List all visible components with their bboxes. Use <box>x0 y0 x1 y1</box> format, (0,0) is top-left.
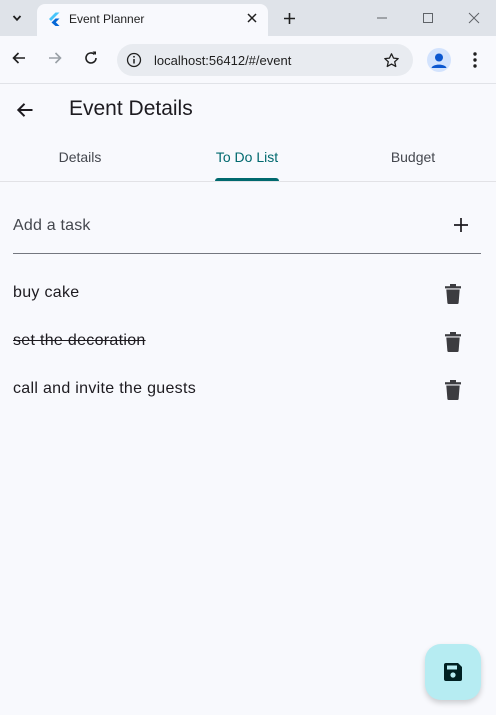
reload-icon <box>85 51 97 64</box>
page-title: Event Details <box>69 97 193 120</box>
tab-bar: Details To Do List Budget <box>0 133 496 182</box>
tab-details[interactable]: Details <box>0 133 160 181</box>
maximize-icon <box>423 13 433 23</box>
delete-task-button[interactable] <box>442 330 464 354</box>
tab-indicator <box>215 178 279 181</box>
new-tab-button[interactable] <box>279 6 299 30</box>
save-icon <box>444 663 462 681</box>
address-bar[interactable]: localhost:56412/#/event <box>117 44 413 76</box>
reload-button[interactable] <box>79 46 103 70</box>
site-info-icon[interactable] <box>125 51 143 69</box>
minimize-icon <box>377 17 387 19</box>
tab-budget[interactable]: Budget <box>333 133 493 181</box>
maximize-button[interactable] <box>414 4 442 32</box>
trash-icon <box>445 380 461 400</box>
task-text: set the decoration <box>13 332 146 349</box>
add-task-input[interactable] <box>13 212 433 240</box>
back-icon <box>12 52 25 64</box>
task-text: buy cake <box>13 284 80 301</box>
task-item[interactable]: call and invite the guests <box>0 366 496 414</box>
minimize-button[interactable] <box>368 4 396 32</box>
profile-icon[interactable] <box>427 48 451 72</box>
browser-tab[interactable]: Event Planner <box>37 4 268 36</box>
app-bar: Event Details <box>0 85 496 133</box>
tab-to-do-list[interactable]: To Do List <box>167 133 327 181</box>
trash-icon <box>445 332 461 352</box>
back-button[interactable] <box>7 46 31 70</box>
menu-icon[interactable] <box>466 48 484 72</box>
plus-icon <box>454 218 468 232</box>
add-task-button[interactable] <box>450 214 472 236</box>
delete-task-button[interactable] <box>442 282 464 306</box>
task-text: call and invite the guests <box>13 380 197 397</box>
save-button[interactable] <box>425 644 481 700</box>
browser-toolbar: localhost:56412/#/event <box>0 36 496 84</box>
forward-icon <box>49 52 62 64</box>
star-icon[interactable] <box>381 50 401 70</box>
task-item[interactable]: set the decoration <box>0 318 496 366</box>
browser-tab-bar: Event Planner <box>0 0 496 36</box>
delete-task-button[interactable] <box>442 378 464 402</box>
tab-title: Event Planner <box>69 12 145 26</box>
close-icon[interactable] <box>244 10 260 26</box>
flutter-icon <box>49 12 60 26</box>
trash-icon <box>445 284 461 304</box>
window-close-button[interactable] <box>460 4 488 32</box>
window-close-icon <box>468 12 480 24</box>
tab-search-button[interactable] <box>5 6 29 30</box>
url-text[interactable]: localhost:56412/#/event <box>154 53 291 68</box>
chevron-down-icon <box>12 15 22 22</box>
task-item[interactable]: buy cake <box>0 270 496 318</box>
arrow-back-icon <box>16 103 33 117</box>
add-task-field <box>13 200 481 254</box>
forward-button[interactable] <box>43 46 67 70</box>
plus-icon <box>283 12 295 24</box>
app-back-button[interactable] <box>12 97 38 123</box>
